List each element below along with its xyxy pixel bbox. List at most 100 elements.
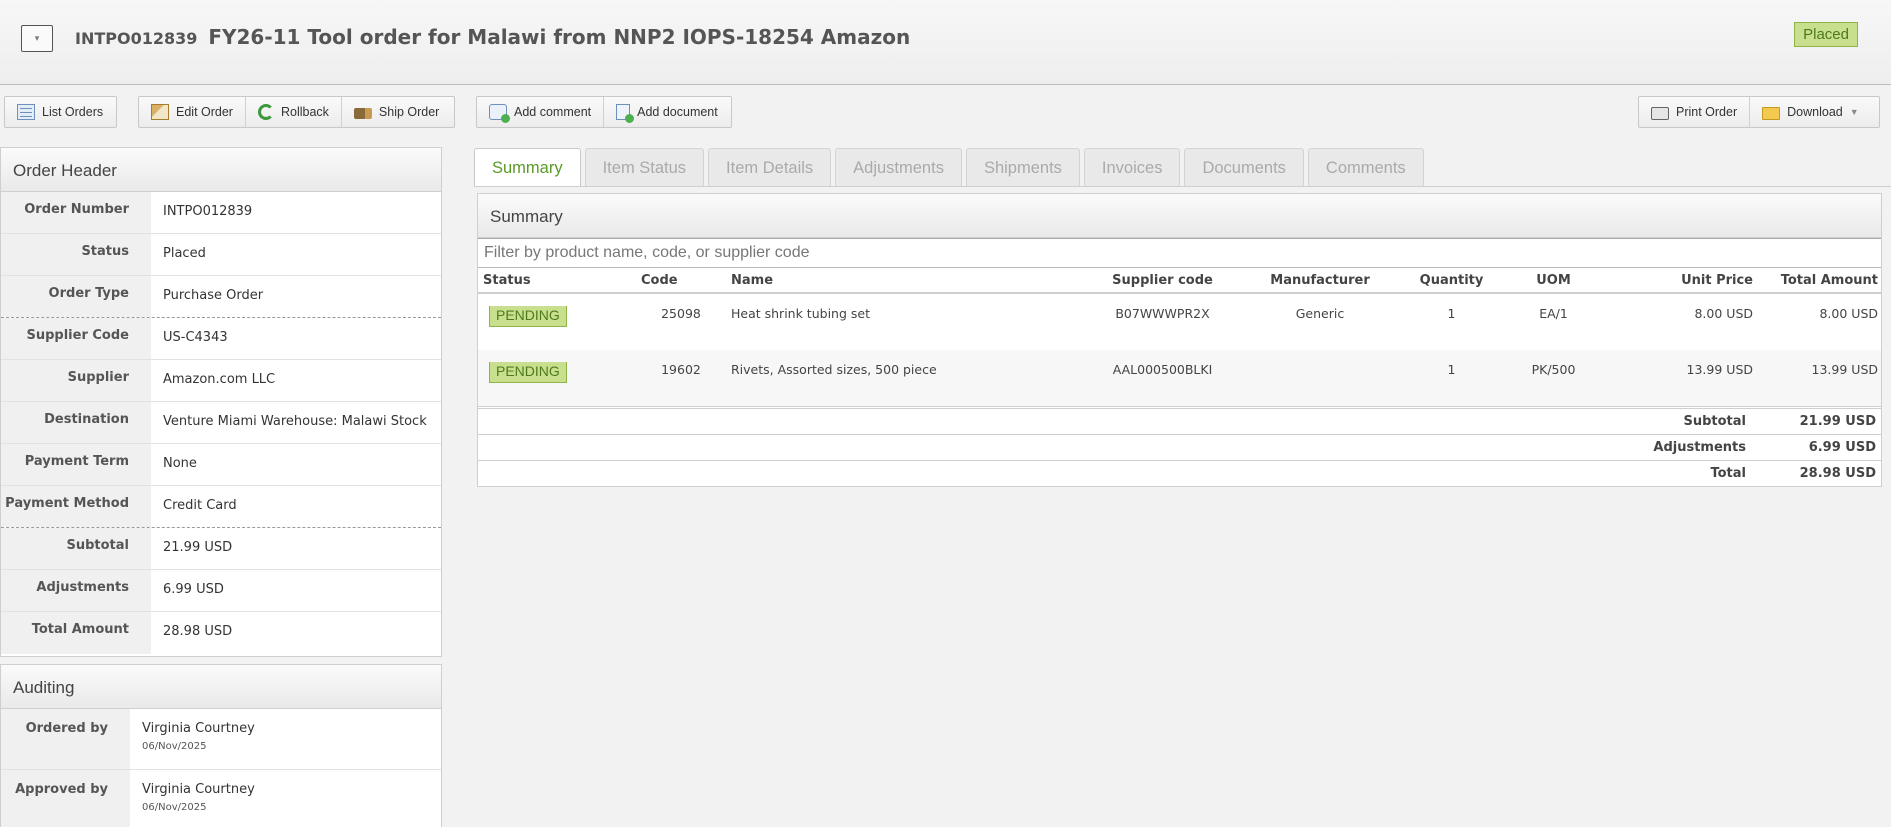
kv-label: Destination [1, 402, 151, 443]
kv-row: Destination Venture Miami Warehouse: Mala… [1, 402, 441, 444]
rollback-label: Rollback [280, 105, 329, 119]
table-row: PENDING 25098 Heat shrink tubing set B07… [478, 294, 1881, 350]
cell-name: Rivets, Assorted sizes, 500 piece [731, 362, 937, 377]
kv-value: Venture Miami Warehouse: Malawi Stock [163, 414, 427, 429]
add-comment-icon [489, 104, 510, 123]
col-manufacturer[interactable]: Manufacturer [1235, 273, 1405, 288]
kv-value: 6.99 USD [163, 582, 224, 597]
edit-icon [151, 104, 169, 120]
kv-value: INTPO012839 [163, 204, 253, 219]
list-orders-button[interactable]: List Orders [5, 97, 115, 127]
cell-manufacturer [1235, 362, 1405, 406]
cell-unit-price: 13.99 USD [1686, 362, 1753, 377]
cell-total: 13.99 USD [1811, 362, 1878, 377]
page-header: ▾ INTPO012839 FY26-11 Tool order for Mal… [0, 0, 1891, 85]
table-row: PENDING 19602 Rivets, Assorted sizes, 50… [478, 350, 1881, 406]
tab-invoices[interactable]: Invoices [1083, 148, 1181, 187]
total-value: 28.98 USD [1799, 466, 1876, 481]
kv-row: Subtotal 21.99 USD [1, 528, 441, 570]
kv-label: Payment Method [1, 486, 151, 527]
tab-summary[interactable]: Summary [474, 148, 581, 187]
cell-supplier-code: AAL000500BLKI [1112, 362, 1213, 377]
order-header-rows: Order Number INTPO012839 Status Placed Ord… [1, 192, 441, 654]
kv-label: Subtotal [1, 528, 151, 569]
tab-shipments[interactable]: Shipments [965, 148, 1080, 187]
add-comment-button[interactable]: Add comment [477, 97, 605, 127]
col-supplier-code[interactable]: Supplier code [1090, 273, 1235, 288]
summary-panel: Summary Filter by product name, code, or… [477, 193, 1882, 487]
tab-adjustments[interactable]: Adjustments [835, 148, 962, 187]
add-document-button[interactable]: Add document [604, 97, 730, 127]
pending-badge: PENDING [489, 306, 567, 327]
col-name[interactable]: Name [726, 273, 1090, 288]
truck-icon [353, 107, 372, 119]
col-total-amount[interactable]: Total Amount [1758, 273, 1883, 288]
total-label: Total [1710, 466, 1746, 481]
po-number: INTPO012839 [75, 29, 198, 48]
kv-label: Order Type [1, 276, 151, 317]
list-orders-label: List Orders [42, 105, 104, 119]
add-document-icon [616, 104, 635, 123]
add-document-label: Add document [637, 105, 718, 119]
cell-uom: PK/500 [1531, 362, 1576, 377]
adjustments-label: Adjustments [1653, 440, 1746, 455]
col-unit-price[interactable]: Unit Price [1609, 273, 1758, 288]
order-actions-group: Edit Order Rollback Ship Order [138, 96, 455, 128]
adjustments-value: 6.99 USD [1808, 440, 1876, 455]
edit-order-button[interactable]: Edit Order [139, 97, 246, 127]
kv-value: Purchase Order [163, 288, 264, 303]
tab-documents[interactable]: Documents [1184, 148, 1304, 187]
auditing-title: Auditing [1, 665, 441, 709]
folder-icon [1762, 106, 1781, 120]
audit-date: 06/Nov/2025 [142, 741, 207, 752]
audit-value: Virginia Courtney 06/Nov/2025 [130, 770, 441, 827]
ship-order-label: Ship Order [378, 105, 440, 119]
tab-item-status[interactable]: Item Status [584, 148, 705, 187]
header-toggle-button[interactable]: ▾ [21, 25, 53, 52]
col-status[interactable]: Status [478, 273, 636, 288]
col-code[interactable]: Code [636, 273, 726, 288]
order-header-title: Order Header [1, 148, 441, 192]
audit-date: 06/Nov/2025 [142, 802, 207, 813]
kv-row: Order Type Purchase Order [1, 276, 441, 318]
print-order-label: Print Order [1676, 105, 1738, 119]
table-header: Status Code Name Supplier code Manufactu… [478, 268, 1881, 294]
audit-row: Approved by Virginia Courtney 06/Nov/202… [1, 770, 441, 827]
col-quantity[interactable]: Quantity [1405, 273, 1498, 288]
tab-item-details[interactable]: Item Details [708, 148, 832, 187]
chevron-down-icon: ▼ [1849, 107, 1859, 117]
kv-row: Supplier Amazon.com LLC [1, 360, 441, 402]
print-order-button[interactable]: Print Order [1639, 97, 1751, 127]
filter-input[interactable]: Filter by product name, code, or supplie… [478, 238, 1881, 268]
cell-manufacturer: Generic [1295, 306, 1345, 321]
pending-badge: PENDING [489, 362, 567, 383]
cell-name: Heat shrink tubing set [731, 306, 870, 321]
col-uom[interactable]: UOM [1498, 273, 1609, 288]
chevron-down-icon: ▾ [34, 33, 40, 44]
audit-name: Virginia Courtney [142, 782, 255, 797]
cell-total: 8.00 USD [1819, 306, 1878, 321]
kv-value: Amazon.com LLC [163, 372, 276, 387]
kv-row: Total Amount 28.98 USD [1, 612, 441, 654]
order-title: FY26-11 Tool order for Malawi from NNP2 … [208, 25, 911, 49]
kv-row: Status Placed [1, 234, 441, 276]
kv-value: 28.98 USD [163, 624, 233, 639]
subtotal-value: 21.99 USD [1799, 414, 1876, 429]
cell-supplier-code: B07WWWPR2X [1115, 306, 1210, 321]
kv-value: Credit Card [163, 498, 237, 513]
tab-comments[interactable]: Comments [1307, 148, 1424, 187]
kv-label: Supplier Code [1, 318, 151, 359]
kv-row: Payment Term None [1, 444, 441, 486]
rollback-button[interactable]: Rollback [246, 97, 342, 127]
cell-uom: EA/1 [1539, 306, 1568, 321]
kv-label: Status [1, 234, 151, 275]
download-button[interactable]: Download ▼ [1750, 97, 1871, 127]
kv-value: US-C4343 [163, 330, 228, 345]
ship-order-button[interactable]: Ship Order [342, 97, 451, 127]
kv-label: Adjustments [1, 570, 151, 611]
subtotal-label: Subtotal [1683, 414, 1746, 429]
kv-value: None [163, 456, 197, 471]
output-group: Print Order Download ▼ [1638, 96, 1880, 128]
kv-label: Total Amount [1, 612, 151, 654]
kv-row: Adjustments 6.99 USD [1, 570, 441, 612]
